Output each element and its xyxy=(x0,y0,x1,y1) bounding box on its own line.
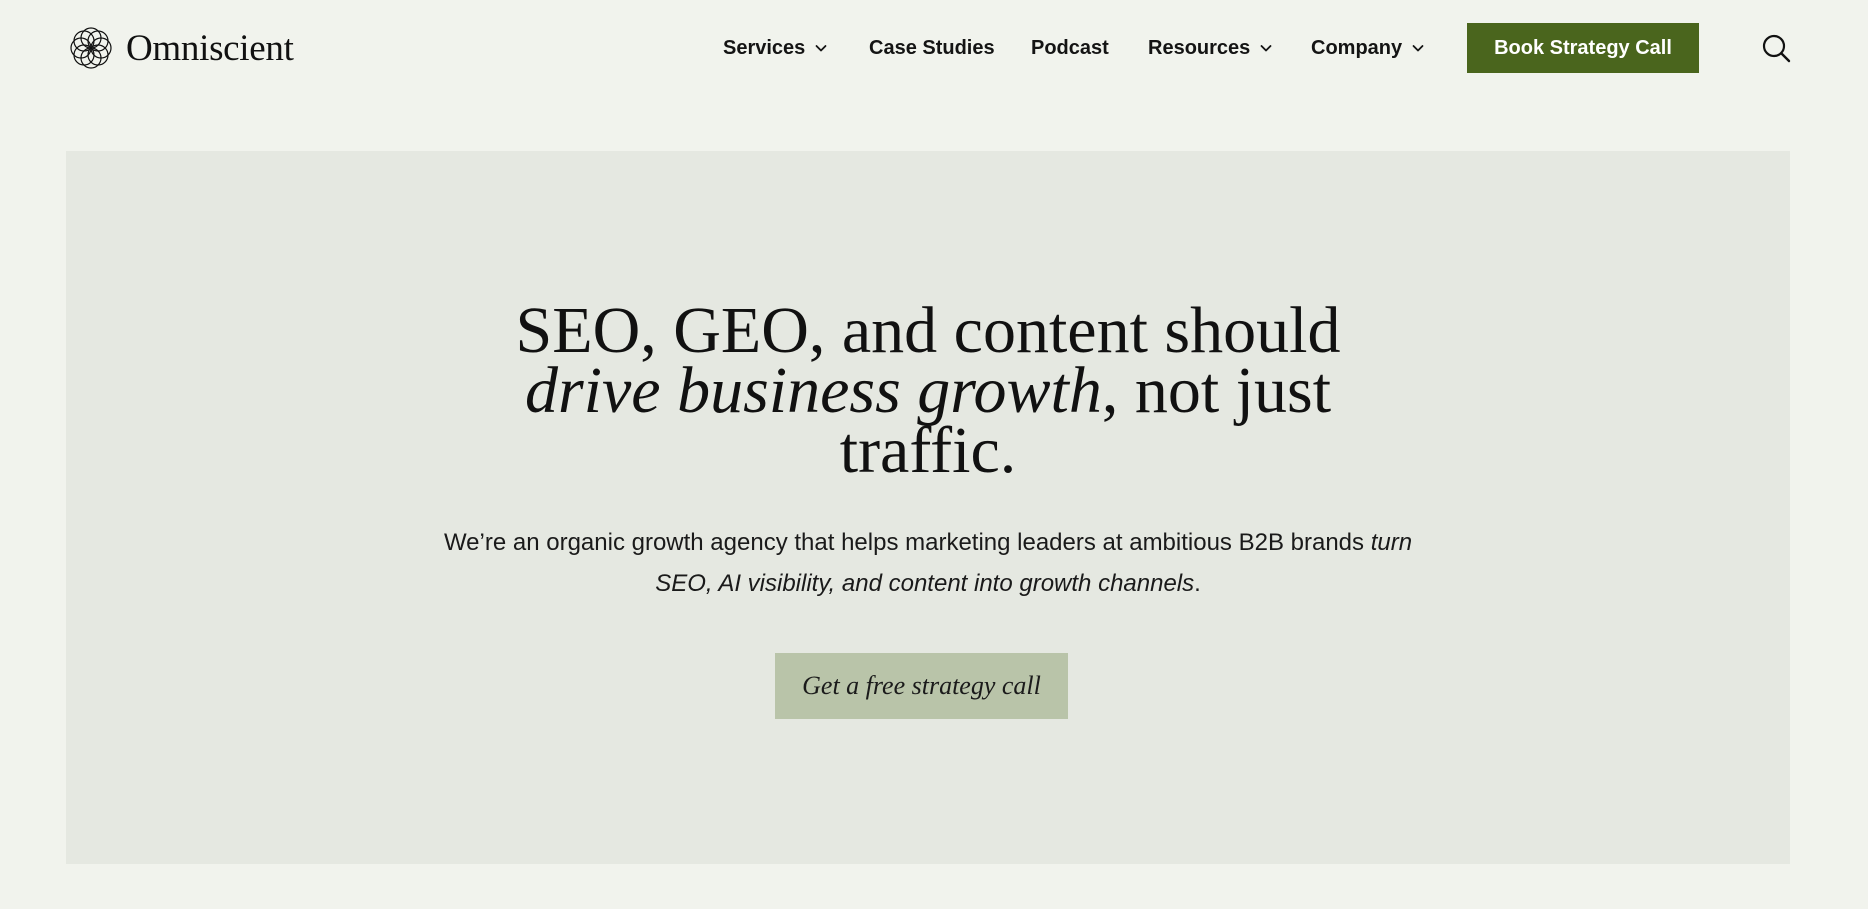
nav-item-services[interactable]: Services xyxy=(723,30,828,66)
hero-title: SEO, GEO, and content should drive busin… xyxy=(66,294,1790,487)
search-icon xyxy=(1762,34,1791,63)
nav-item-company[interactable]: Company xyxy=(1311,30,1425,66)
hero-title-line-1: SEO, GEO, and content should xyxy=(515,294,1341,367)
hero-title-line-2-rest: , not just xyxy=(1101,354,1332,427)
search-button[interactable] xyxy=(1758,30,1794,66)
interlaced-rings-logo-icon xyxy=(70,27,112,69)
hero-subtitle-emphasis: SEO, AI visibility, and content into gro… xyxy=(655,570,1195,597)
nav-item-label: Resources xyxy=(1148,36,1251,59)
hero-subtitle-plain: We’re an organic growth agency that help… xyxy=(443,529,1371,556)
brand-name: Omniscient xyxy=(126,27,294,69)
chevron-down-icon xyxy=(1260,45,1272,52)
nav-item-label: Podcast xyxy=(1031,36,1109,59)
hero-subtitle-line-2: SEO, AI visibility, and content into gro… xyxy=(66,563,1790,604)
site-header: Omniscient Services Case Studies Podcast… xyxy=(0,0,1868,96)
nav-item-case-studies[interactable]: Case Studies xyxy=(869,30,995,66)
chevron-down-icon xyxy=(815,45,827,52)
hero-subtitle: We’re an organic growth agency that help… xyxy=(66,522,1790,604)
nav-item-label: Case Studies xyxy=(869,36,995,59)
nav-item-label: Services xyxy=(723,36,806,59)
hero-title-line-2: drive business growth, not just xyxy=(66,358,1790,424)
hero-subtitle-end: . xyxy=(1194,570,1201,597)
chevron-down-icon xyxy=(1412,45,1424,52)
hero-subtitle-emphasis-start: turn xyxy=(1370,529,1413,556)
hero-section: SEO, GEO, and content should drive busin… xyxy=(66,151,1790,864)
hero-title-line-3: traffic. xyxy=(839,414,1017,487)
free-strategy-call-button[interactable]: Get a free strategy call xyxy=(775,653,1068,719)
nav-item-podcast[interactable]: Podcast xyxy=(1031,30,1109,66)
hero-subtitle-line-1: We’re an organic growth agency that help… xyxy=(66,522,1790,563)
nav-item-resources[interactable]: Resources xyxy=(1148,30,1273,66)
nav-item-label: Company xyxy=(1311,36,1403,59)
logo-link[interactable]: Omniscient xyxy=(68,24,294,72)
book-strategy-call-button[interactable]: Book Strategy Call xyxy=(1467,23,1699,73)
